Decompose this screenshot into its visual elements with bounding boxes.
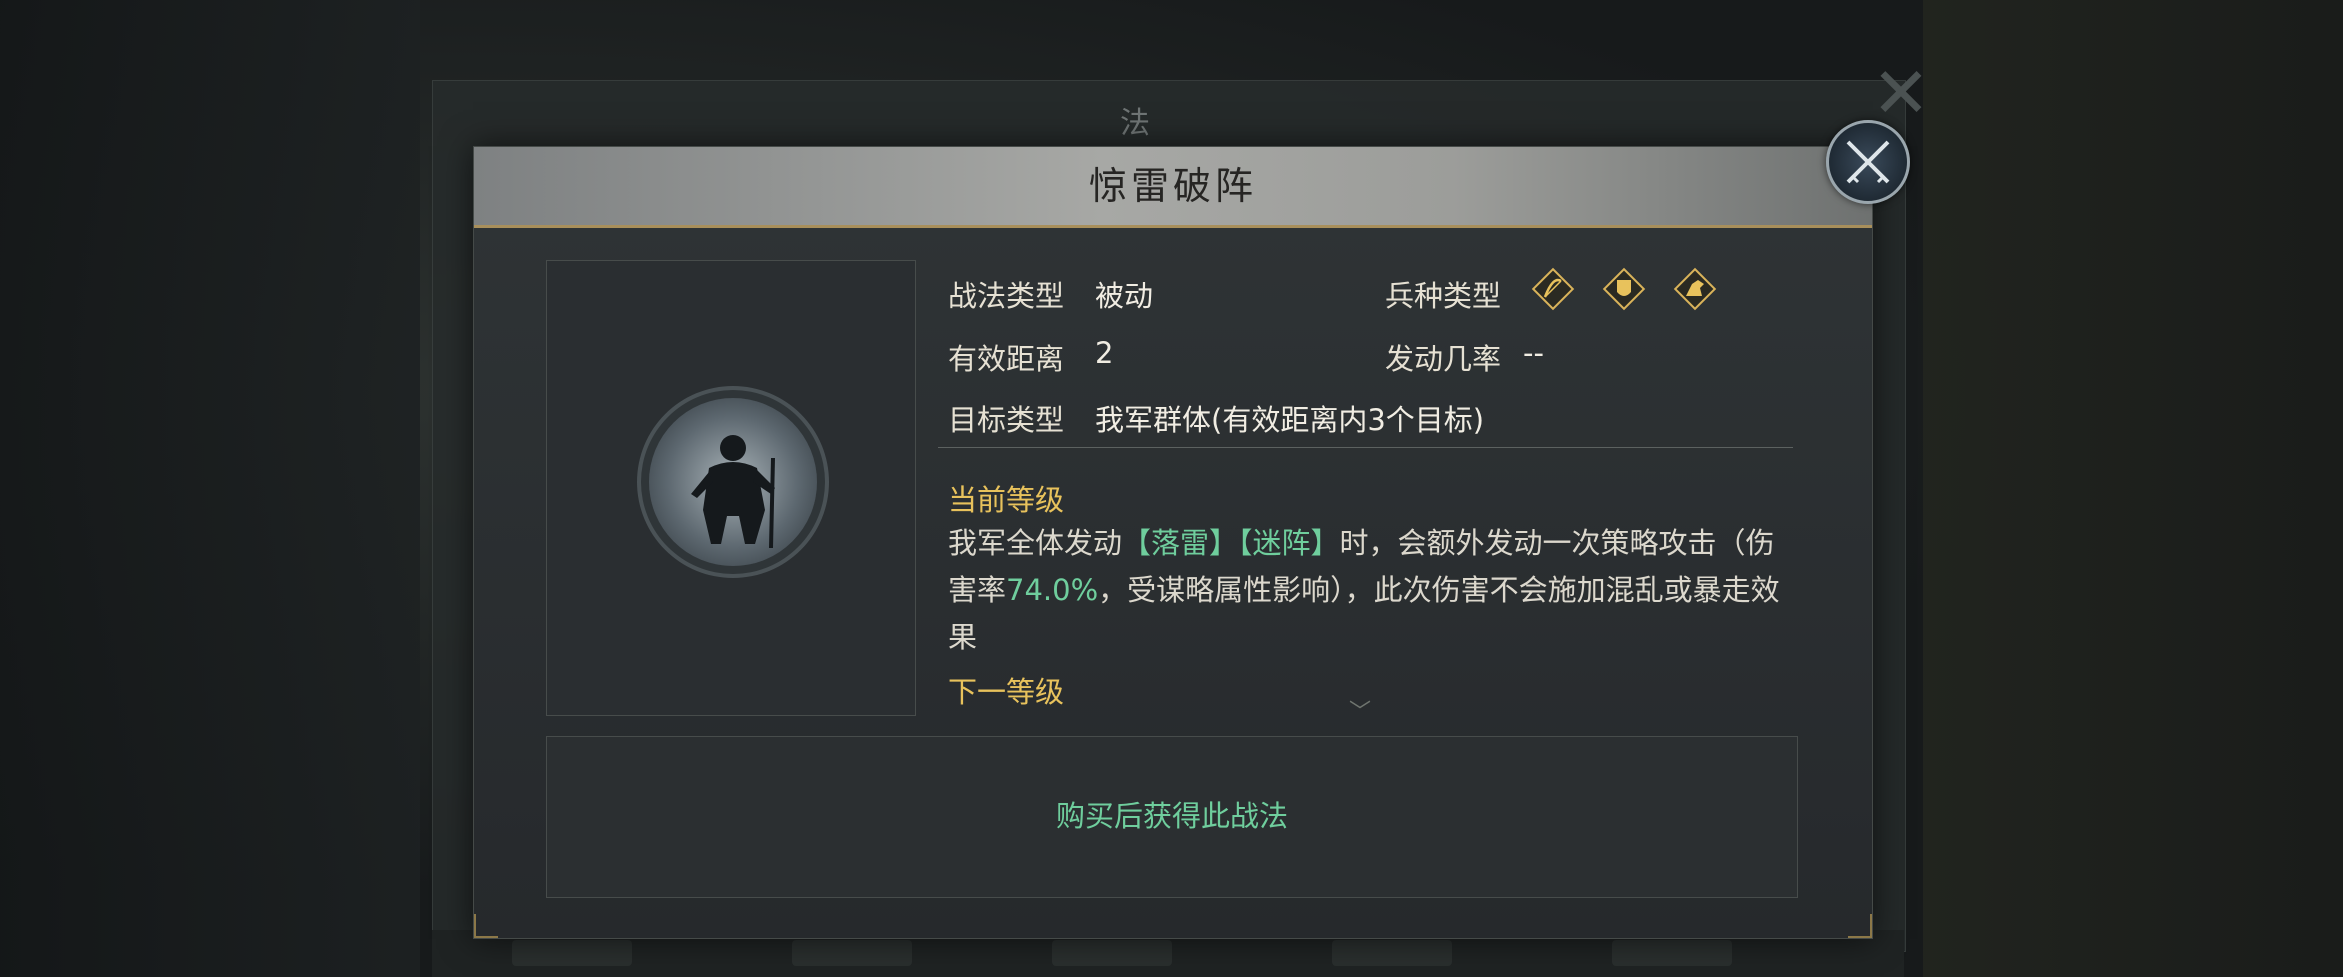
target-type-label: 目标类型 bbox=[948, 403, 1065, 437]
close-button[interactable] bbox=[1826, 120, 1910, 204]
current-level-description: 我军全体发动【落雷】【迷阵】时，会额外发动一次策略攻击（伤害率74.0%，受谋略… bbox=[948, 520, 1793, 661]
warrior-silhouette-icon bbox=[691, 435, 775, 549]
dialog-title: 惊雷破阵 bbox=[1088, 164, 1257, 208]
next-level-title: 下一等级 bbox=[948, 675, 1065, 709]
damage-rate: 74.0% bbox=[1006, 573, 1099, 607]
distance-label: 有效距离 bbox=[948, 342, 1065, 376]
scroll-down-icon[interactable]: ﹀ bbox=[1349, 694, 1371, 726]
tactic-portrait bbox=[649, 398, 817, 566]
troop-type-label: 兵种类型 bbox=[1385, 279, 1502, 313]
highlight-luolei: 【落雷】 bbox=[1122, 526, 1239, 560]
crossed-swords-close-icon bbox=[1846, 140, 1890, 184]
info-divider bbox=[938, 447, 1793, 448]
corner-ornament bbox=[474, 914, 498, 938]
background-close-icon: ✕ bbox=[1871, 52, 1931, 134]
highlight-mizhen: 【迷阵】 bbox=[1238, 526, 1340, 560]
background-panel-title: 法 bbox=[1120, 106, 1150, 141]
bow-icon bbox=[1531, 267, 1575, 311]
background-right-panel bbox=[1923, 0, 2343, 977]
trigger-rate-value: -- bbox=[1523, 336, 1544, 370]
tactic-type-value: 被动 bbox=[1095, 279, 1154, 313]
current-level-title: 当前等级 bbox=[948, 483, 1065, 517]
background-left-panel bbox=[0, 0, 420, 977]
corner-ornament bbox=[1848, 914, 1872, 938]
shield-icon bbox=[1602, 267, 1646, 311]
horse-icon bbox=[1673, 267, 1717, 311]
target-type-value: 我军群体(有效距离内3个目标) bbox=[1095, 403, 1485, 437]
desc-text: 我军全体发动 bbox=[948, 526, 1123, 560]
trigger-rate-label: 发动几率 bbox=[1385, 342, 1502, 376]
purchase-hint: 购买后获得此战法 bbox=[1055, 799, 1288, 833]
tactic-type-label: 战法类型 bbox=[948, 279, 1065, 313]
distance-value: 2 bbox=[1095, 336, 1114, 370]
